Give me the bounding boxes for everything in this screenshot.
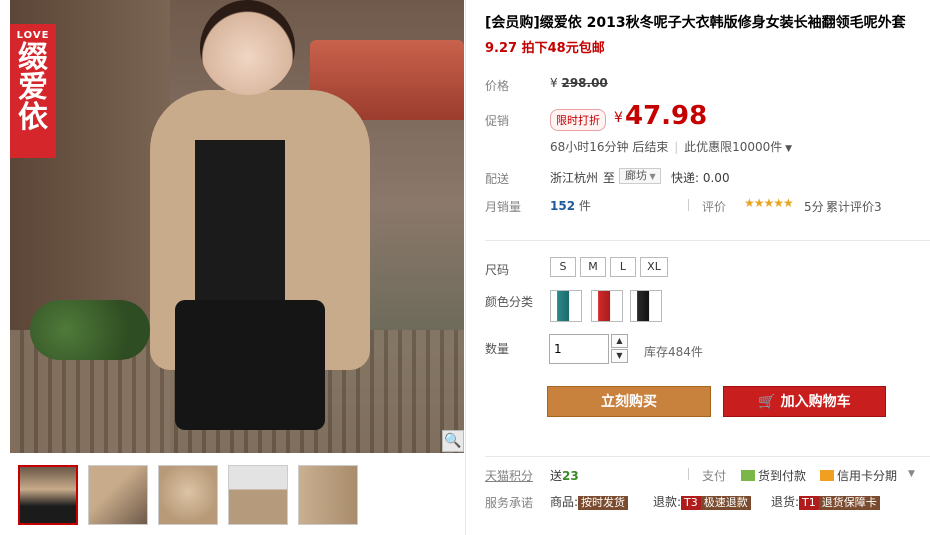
timer-text: 68小时16分钟 后结束 <box>550 140 669 154</box>
model-head <box>200 0 295 95</box>
color-option-red[interactable] <box>591 290 623 322</box>
rating-label: 评价 <box>702 200 727 214</box>
shipping-from: 浙江杭州 <box>550 171 599 185</box>
quantity-input[interactable] <box>549 334 609 364</box>
promo-price: 47.98 <box>625 101 708 131</box>
thumbnail-strip <box>18 465 358 525</box>
promise-label: 服务承诺 <box>485 496 534 510</box>
quantity-decrease[interactable]: ▼ <box>611 349 628 363</box>
promise-goods: 商品: 按时发货 <box>550 493 629 510</box>
promo-label: 促销 <box>485 114 510 128</box>
return-prefix: 退货: <box>771 495 800 509</box>
promo-currency: ¥ <box>614 110 623 126</box>
size-option-xl[interactable]: XL <box>640 257 668 277</box>
shipping-fee: 快递: 0.00 <box>671 171 730 185</box>
buy-now-button[interactable]: 立刻购买 <box>547 386 711 417</box>
size-label: 尺码 <box>485 263 510 277</box>
chevron-down-icon[interactable]: ▼ <box>782 144 792 154</box>
monthly-sales: 152 件 <box>550 197 591 214</box>
original-price: ¥ 298.00 <box>550 76 608 90</box>
goods-tag[interactable]: 按时发货 <box>578 496 629 510</box>
model-shirt <box>195 140 285 310</box>
product-subtitle: 9.27 拍下48元包邮 <box>485 41 605 56</box>
points-prefix: 送 <box>550 469 563 483</box>
payment-expand-icon[interactable]: ▼ <box>908 469 915 479</box>
color-option-black[interactable] <box>630 290 662 322</box>
points-send: 送23 <box>550 467 579 484</box>
color-label: 颜色分类 <box>485 295 534 309</box>
cod-icon <box>741 470 755 481</box>
cart-icon: 🛒 <box>758 394 781 410</box>
section-divider-2 <box>485 456 930 457</box>
quantity-increase[interactable]: ▲ <box>611 334 628 348</box>
promise-refund: 退款: T3 极速退款 <box>653 493 751 510</box>
thumbnail-1[interactable] <box>18 465 78 525</box>
points-label[interactable]: 天猫积分 <box>485 467 533 484</box>
rating-score: 5分 <box>804 200 824 214</box>
sales-unit: 件 <box>578 199 591 213</box>
caret-down-icon: ▼ <box>647 172 656 181</box>
shipping-to-word: 至 <box>603 171 616 185</box>
divider <box>465 0 466 535</box>
thumbnail-4[interactable] <box>228 465 288 525</box>
return-code: T1 <box>799 496 819 510</box>
payment-credit: 信用卡分期 <box>820 467 897 484</box>
size-option-l[interactable]: L <box>610 257 636 277</box>
currency-symbol: ¥ <box>550 76 558 90</box>
promo-badge: 限时打折 <box>550 109 606 131</box>
return-tag[interactable]: 退货保障卡 <box>818 496 880 510</box>
brand-logo: LOVE 缀爱依 <box>10 24 56 158</box>
thumbnail-3[interactable] <box>158 465 218 525</box>
cod-label: 货到付款 <box>758 469 807 483</box>
payment-label: 支付 <box>702 469 727 483</box>
shipping-label: 配送 <box>485 172 510 186</box>
color-option-teal[interactable] <box>550 290 582 322</box>
price-label: 价格 <box>485 79 510 93</box>
add-to-cart-label: 加入购物车 <box>780 394 851 410</box>
product-title: [会员购]缀爱依 2013秋冬呢子大衣韩版修身女装长袖翻领毛呢外套 <box>485 15 906 31</box>
destination-value: 廊坊 <box>625 169 647 182</box>
stock-count: 库存484件 <box>644 345 703 359</box>
original-price-value: 298.00 <box>561 76 608 90</box>
zoom-icon[interactable]: 🔍 <box>442 430 464 452</box>
refund-code: T3 <box>681 496 701 510</box>
rating-stars: ★★★★★ <box>744 196 794 210</box>
add-to-cart-button[interactable]: 🛒 加入购物车 <box>723 386 886 417</box>
product-gallery: LOVE 缀爱依 🔍 <box>0 0 466 535</box>
goods-prefix: 商品: <box>550 495 579 509</box>
refund-tag[interactable]: 极速退款 <box>700 496 751 510</box>
destination-select[interactable]: 廊坊 ▼ <box>619 168 661 184</box>
credit-label: 信用卡分期 <box>837 469 898 483</box>
credit-card-icon <box>820 470 834 481</box>
thumbnail-2[interactable] <box>88 465 148 525</box>
refund-prefix: 退款: <box>653 495 682 509</box>
quantity-label: 数量 <box>485 342 510 356</box>
model-shorts <box>175 300 325 430</box>
section-divider <box>485 240 930 241</box>
promise-return: 退货: T1 退货保障卡 <box>771 493 880 510</box>
review-count[interactable]: 累计评价3 <box>826 198 882 215</box>
bg-plants <box>30 300 150 360</box>
separator <box>688 199 689 211</box>
size-option-s[interactable]: S <box>550 257 576 277</box>
separator <box>688 468 689 480</box>
size-option-m[interactable]: M <box>580 257 606 277</box>
promo-limit[interactable]: 此优惠限10000件 <box>684 140 782 154</box>
sales-count: 152 <box>550 199 576 213</box>
sales-label: 月销量 <box>485 200 522 214</box>
main-product-image[interactable] <box>10 0 464 453</box>
brand-logo-zh: 缀爱依 <box>18 40 48 135</box>
payment-cod: 货到付款 <box>741 467 806 484</box>
thumbnail-5[interactable] <box>298 465 358 525</box>
promo-timer: 68小时16分钟 后结束 | 此优惠限10000件 ▼ <box>550 140 793 154</box>
points-value: 23 <box>562 469 579 483</box>
